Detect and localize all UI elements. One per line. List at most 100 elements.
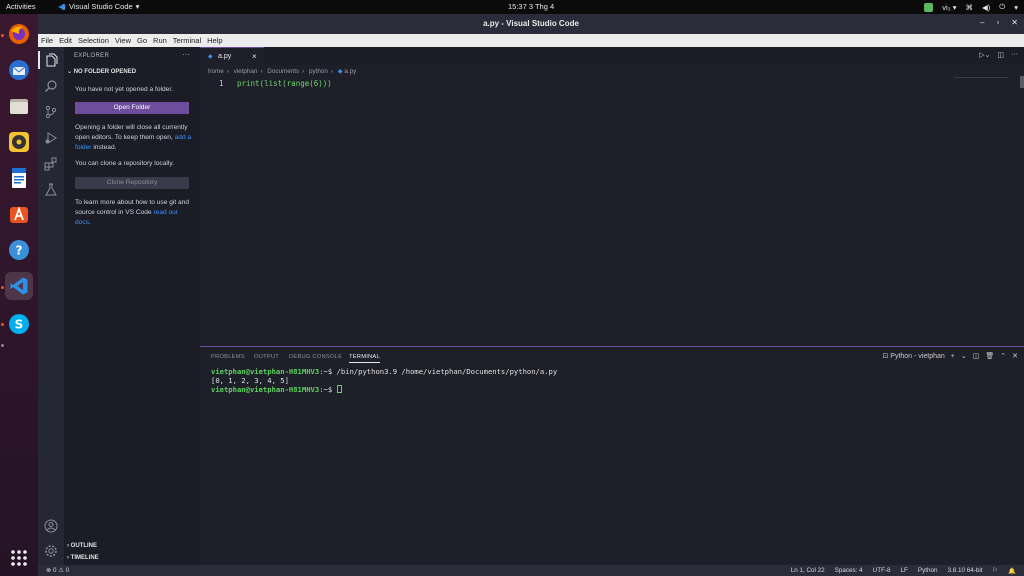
extensions-icon[interactable] <box>44 157 58 171</box>
writer-icon[interactable] <box>5 164 33 192</box>
menu-run[interactable]: Run <box>153 36 167 45</box>
terminal-line-prompt[interactable]: vietphan@vietphan-H81MHV3:~$ <box>211 385 342 394</box>
editor-tabs: ◆ a.py × ▷⌄ ◫ ··· <box>200 47 1024 65</box>
tab-problems[interactable]: PROBLEMS <box>211 354 245 360</box>
clone-message: You can clone a repository locally. <box>75 160 174 167</box>
account-icon[interactable] <box>44 519 58 533</box>
tab-output[interactable]: OUTPUT <box>254 354 279 360</box>
breadcrumb-documents[interactable]: Documents <box>267 68 299 75</box>
tab-a-py[interactable]: ◆ a.py × <box>200 47 264 65</box>
thunderbird-icon[interactable] <box>5 56 33 84</box>
source-control-icon[interactable] <box>44 105 58 119</box>
chevron-down-icon: ▾ <box>135 2 140 11</box>
maximize-icon[interactable]: ▫ <box>996 18 999 27</box>
terminal-line-output: [0, 1, 2, 3, 4, 5] <box>211 376 289 385</box>
close-icon[interactable]: × <box>252 52 257 61</box>
clone-repository-button[interactable]: Clone Repository <box>75 177 189 189</box>
tab-debug-console[interactable]: DEBUG CONSOLE <box>289 354 342 360</box>
explorer-icon[interactable] <box>44 53 58 67</box>
scrollbar[interactable] <box>1020 76 1024 88</box>
chevron-down-icon: ▾ <box>1014 2 1018 12</box>
chevron-right-icon: › <box>226 68 229 75</box>
code-editor[interactable]: 1 print(list(range(6))) <box>200 76 1024 346</box>
more-actions-icon[interactable]: ··· <box>1011 51 1018 59</box>
svg-text:?: ? <box>16 244 23 258</box>
run-debug-icon[interactable] <box>44 131 58 145</box>
code-line[interactable]: print(list(range(6))) <box>237 79 332 88</box>
problems-indicator[interactable]: ⊗ 0 ⚠ 0 <box>46 567 69 574</box>
firefox-icon[interactable] <box>5 20 33 48</box>
python-interpreter[interactable]: 3.8.10 64-bit <box>947 567 982 575</box>
terminal-line-command: vietphan@vietphan-H81MHV3:~$ /bin/python… <box>211 367 558 376</box>
cursor-position[interactable]: Ln 1, Col 22 <box>791 567 825 575</box>
clock[interactable]: 15:37 3 Thg 4 <box>508 2 554 11</box>
search-icon[interactable] <box>44 79 58 93</box>
split-terminal-icon[interactable]: ◫ <box>973 352 980 360</box>
more-actions-icon[interactable]: ··· <box>182 50 190 59</box>
menu-file[interactable]: File <box>41 36 53 45</box>
testing-flask-icon[interactable] <box>44 183 58 197</box>
software-center-icon[interactable] <box>5 200 33 228</box>
power-icon: ⏻ <box>999 2 1006 11</box>
breadcrumb-file[interactable]: a.py <box>344 68 356 75</box>
gear-icon[interactable] <box>44 544 58 558</box>
shield-icon[interactable] <box>924 2 934 12</box>
breadcrumb-python[interactable]: python <box>309 68 328 75</box>
chevron-right-icon: › <box>302 68 305 75</box>
open-folder-button[interactable]: Open Folder <box>75 102 189 114</box>
app-menu[interactable]: Visual Studio Code ▾ <box>58 2 139 11</box>
chevron-down-icon[interactable]: ⌄ <box>961 352 967 360</box>
running-indicator <box>1 286 4 289</box>
chevron-down-icon: ⌄ <box>67 69 73 75</box>
input-method-indicator[interactable]: vi₃ ▾ <box>942 3 956 12</box>
no-folder-section[interactable]: ⌄ NO FOLDER OPENED <box>67 68 136 75</box>
running-indicator <box>1 34 4 37</box>
language-mode[interactable]: Python <box>918 567 938 575</box>
maximize-panel-icon[interactable]: ⌃ <box>1000 352 1006 360</box>
feedback-icon[interactable]: ⚐ <box>993 567 999 575</box>
new-terminal-icon[interactable]: + <box>951 353 955 360</box>
split-editor-icon[interactable]: ◫ <box>997 51 1004 59</box>
tab-terminal[interactable]: TERMINAL <box>349 354 380 363</box>
no-folder-message: You have not yet opened a folder. <box>75 86 174 93</box>
help-icon[interactable]: ? <box>5 236 33 264</box>
terminal-cursor <box>336 385 342 393</box>
menu-edit[interactable]: Edit <box>59 36 72 45</box>
minimize-icon[interactable]: – <box>980 18 984 27</box>
menu-go[interactable]: Go <box>137 36 147 45</box>
vscode-small-icon <box>58 3 66 10</box>
end-of-line[interactable]: LF <box>901 567 908 575</box>
minimap[interactable] <box>955 77 1008 78</box>
menu-view[interactable]: View <box>115 36 131 45</box>
indentation[interactable]: Spaces: 4 <box>835 567 863 575</box>
chevron-right-icon: › <box>330 68 334 75</box>
close-panel-icon[interactable]: ✕ <box>1012 352 1018 360</box>
menu-terminal[interactable]: Terminal <box>173 36 201 45</box>
vscode-icon[interactable] <box>5 272 33 300</box>
menu-help[interactable]: Help <box>207 36 222 45</box>
window-title-bar[interactable]: a.py - Visual Studio Code – ▫ ✕ <box>38 14 1024 34</box>
sidebar-title: EXPLORER <box>74 53 110 59</box>
close-icon[interactable]: ✕ <box>1011 18 1018 27</box>
volume-icon: ◀) <box>982 2 991 12</box>
terminal-selector[interactable]: ⊡ Python - vietphan <box>882 352 944 360</box>
bell-icon[interactable]: 🔔 <box>1008 567 1016 575</box>
activities-button[interactable]: Activities <box>6 2 36 11</box>
open-folder-warning: Opening a folder will close all currentl… <box>75 124 192 151</box>
breadcrumb-home[interactable]: home <box>208 68 224 75</box>
skype-icon[interactable]: S <box>5 310 33 338</box>
system-tray[interactable]: vi₃ ▾ ⌘ ◀) ⏻ ▾ <box>924 1 1018 13</box>
breadcrumb-vietphan[interactable]: vietphan <box>234 68 258 75</box>
learn-more-message: To learn more about how to use git and s… <box>75 199 189 226</box>
outline-section[interactable]: › OUTLINE <box>67 543 97 549</box>
rhythmbox-icon[interactable] <box>5 128 33 156</box>
menu-selection[interactable]: Selection <box>78 36 109 45</box>
running-indicator <box>1 323 4 326</box>
timeline-section[interactable]: › TIMELINE <box>67 555 99 561</box>
encoding[interactable]: UTF-8 <box>873 567 891 575</box>
show-applications-icon[interactable] <box>5 544 33 572</box>
files-icon[interactable] <box>5 92 33 120</box>
run-python-icon[interactable]: ▷⌄ <box>979 51 990 59</box>
explorer-sidebar: EXPLORER ··· ⌄ NO FOLDER OPENED You have… <box>64 47 200 565</box>
trash-icon[interactable]: 🗑 <box>985 352 994 360</box>
